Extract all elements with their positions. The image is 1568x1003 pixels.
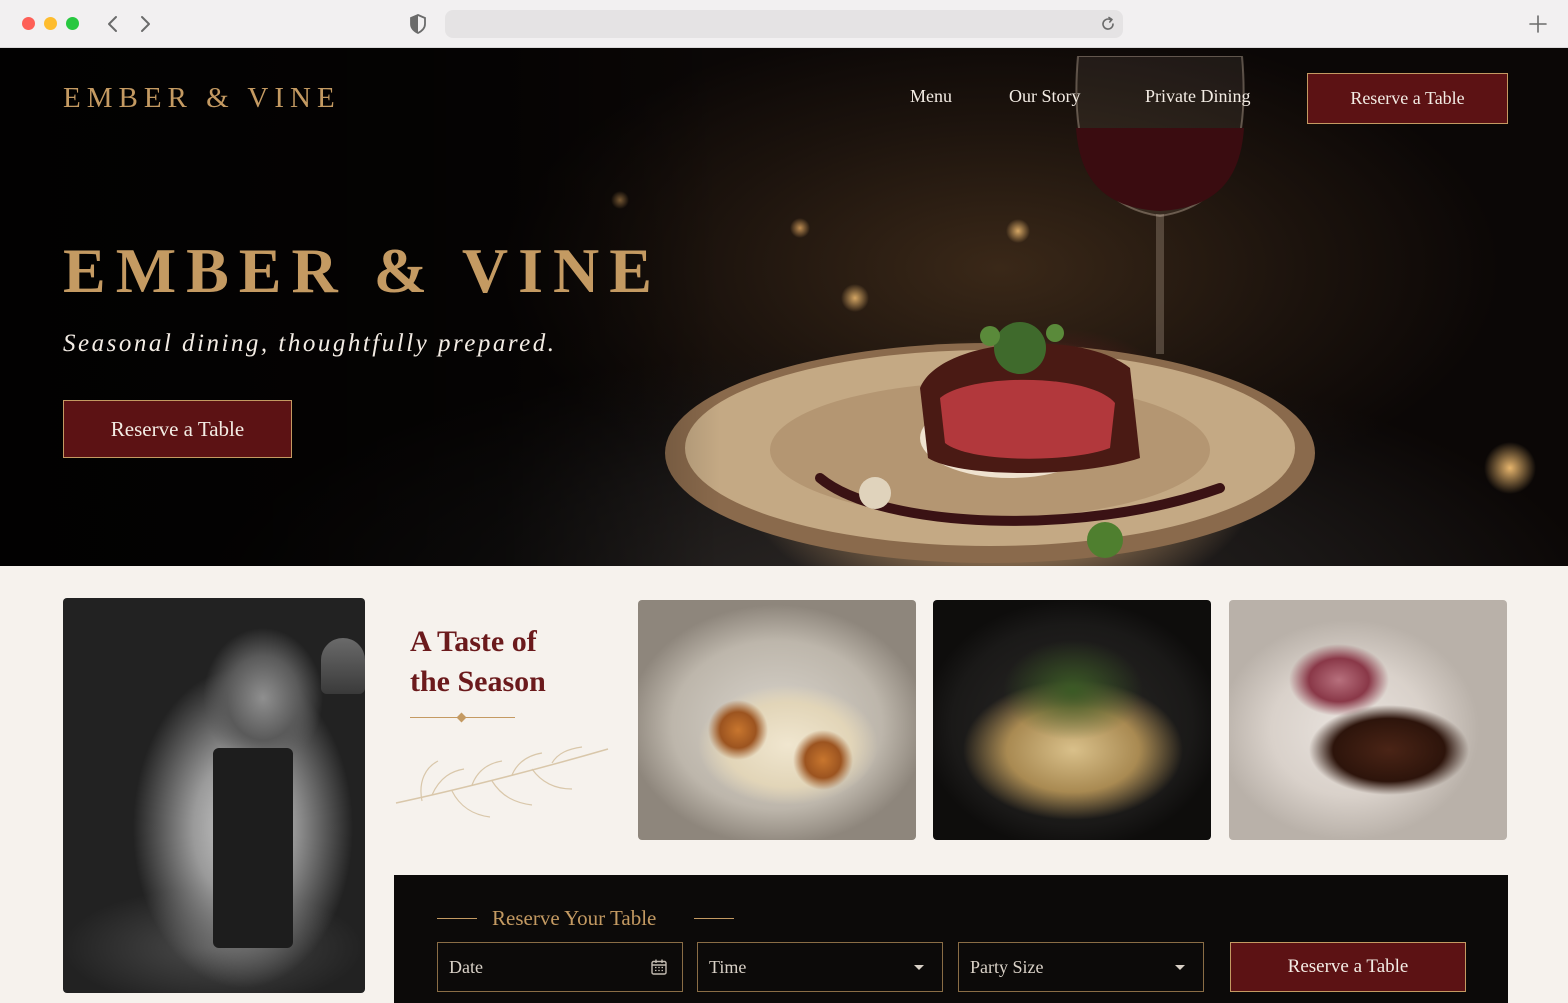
nav-private-dining-link[interactable]: Private Dining [1145, 86, 1251, 107]
season-heading-line2: the Season [410, 665, 546, 698]
season-heading-line1: A Taste of [410, 625, 537, 658]
party-size-placeholder: Party Size [970, 956, 1044, 977]
hero-section: EMBER & VINE Menu Our Story Private Dini… [0, 48, 1568, 566]
minimize-window-button[interactable] [44, 17, 57, 30]
title-rule-left [437, 918, 477, 919]
reload-icon[interactable] [1099, 15, 1117, 33]
date-field[interactable]: Date [437, 942, 683, 992]
shield-icon[interactable] [409, 14, 427, 35]
reservation-submit-button[interactable]: Reserve a Table [1230, 942, 1466, 992]
forward-icon[interactable] [135, 12, 155, 36]
season-section: A Taste of the Season Reserve Your Table… [0, 566, 1568, 1003]
season-heading: A Taste of the Season [410, 622, 630, 702]
address-bar[interactable] [445, 10, 1123, 38]
zoom-window-button[interactable] [66, 17, 79, 30]
nav-menu-link[interactable]: Menu [910, 86, 952, 107]
apron-shape [213, 748, 293, 948]
lamp-shape [321, 638, 365, 694]
title-rule-right [694, 918, 734, 919]
divider-diamond-icon [456, 712, 467, 723]
calendar-icon[interactable] [650, 958, 668, 976]
dish-photo-scallops[interactable] [638, 600, 916, 840]
header-reserve-button[interactable]: Reserve a Table [1307, 73, 1508, 124]
dish-photo-dessert[interactable] [1229, 600, 1507, 840]
hero-reserve-button[interactable]: Reserve a Table [63, 400, 292, 458]
party-size-select[interactable]: Party Size [958, 942, 1204, 992]
chevron-down-icon [1175, 965, 1185, 970]
new-tab-icon[interactable] [1527, 13, 1549, 35]
reservation-panel: Reserve Your Table Date Time Party Size … [394, 875, 1508, 1003]
hero-subtitle: Seasonal dining, thoughtfully prepared. [63, 330, 557, 357]
time-placeholder: Time [709, 956, 747, 977]
close-window-button[interactable] [22, 17, 35, 30]
reservation-title: Reserve Your Table [492, 906, 657, 930]
chevron-down-icon [914, 965, 924, 970]
botanical-sprig-icon [395, 746, 609, 818]
plate-image [665, 322, 1315, 563]
browser-chrome [0, 0, 1568, 48]
dish-photo-ravioli[interactable] [933, 600, 1211, 840]
time-select[interactable]: Time [697, 942, 943, 992]
brand-logo[interactable]: EMBER & VINE [63, 82, 341, 115]
date-placeholder: Date [449, 956, 483, 977]
hero-title: EMBER & VINE [63, 235, 662, 306]
chef-photo [63, 598, 365, 993]
back-icon[interactable] [103, 12, 123, 36]
nav-our-story-link[interactable]: Our Story [1009, 86, 1081, 107]
